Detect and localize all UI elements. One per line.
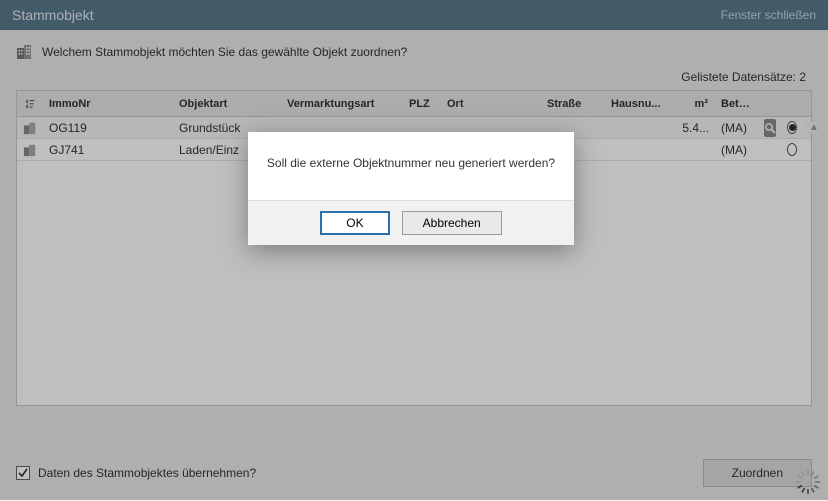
modal-overlay xyxy=(0,0,828,500)
dialog-footer: OK Abbrechen xyxy=(248,200,574,245)
dialog-message: Soll die externe Objektnummer neu generi… xyxy=(248,132,574,200)
confirm-dialog: Soll die externe Objektnummer neu generi… xyxy=(248,132,574,245)
cancel-button[interactable]: Abbrechen xyxy=(402,211,502,235)
ok-button[interactable]: OK xyxy=(320,211,389,235)
